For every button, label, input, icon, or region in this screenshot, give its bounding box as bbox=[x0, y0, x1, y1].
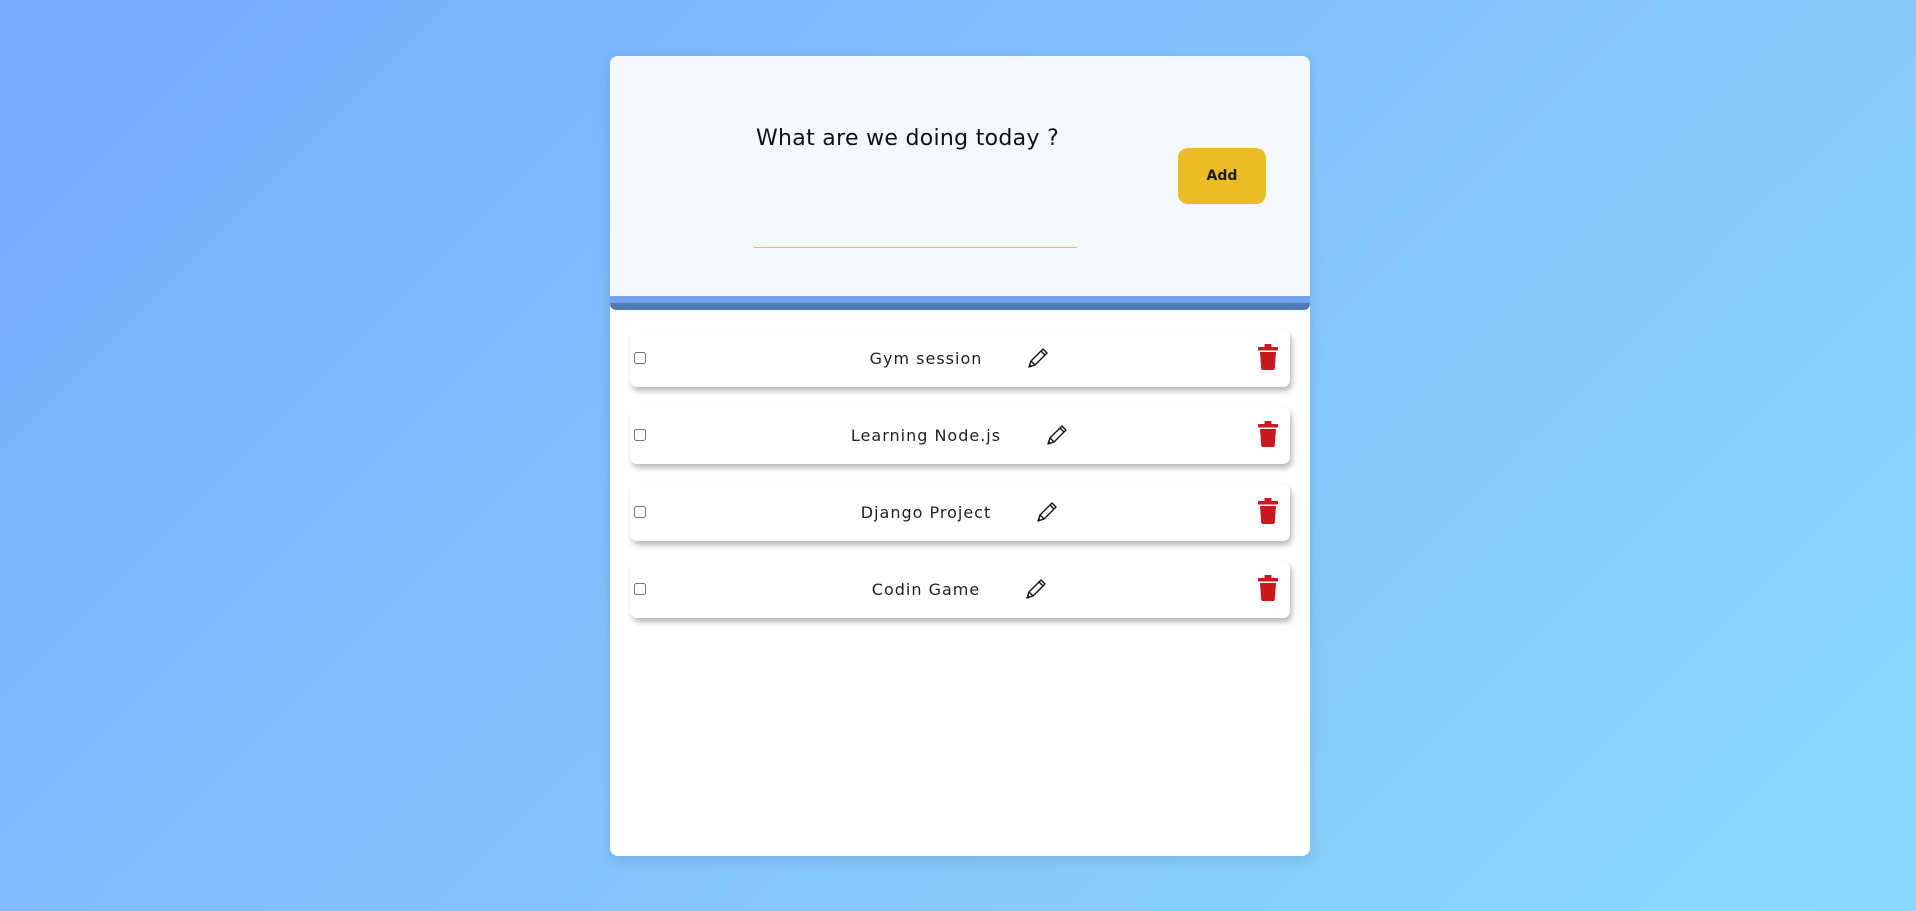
pencil-icon[interactable] bbox=[1022, 577, 1048, 603]
task-list: Gym session Learning Node.js Django Proj… bbox=[630, 330, 1290, 638]
task-content: Codin Game bbox=[630, 561, 1290, 618]
header-divider bbox=[610, 296, 1310, 310]
task-text: Django Project bbox=[860, 503, 992, 522]
task-content: Gym session bbox=[630, 330, 1290, 387]
task-row: Django Project bbox=[630, 484, 1290, 541]
task-checkbox[interactable] bbox=[634, 352, 646, 364]
todo-card: What are we doing today ? Add Gym sessio… bbox=[610, 56, 1310, 856]
task-content: Django Project bbox=[630, 484, 1290, 541]
task-text: Learning Node.js bbox=[850, 426, 1002, 445]
trash-icon[interactable] bbox=[1258, 344, 1278, 370]
task-row: Learning Node.js bbox=[630, 407, 1290, 464]
page-title: What are we doing today ? bbox=[756, 126, 1060, 151]
add-button[interactable]: Add bbox=[1178, 148, 1266, 204]
task-content: Learning Node.js bbox=[630, 407, 1290, 464]
trash-icon[interactable] bbox=[1258, 575, 1278, 601]
divider-dark-band bbox=[610, 303, 1310, 310]
task-text: Gym session bbox=[869, 349, 983, 368]
divider-light-band bbox=[610, 296, 1310, 303]
task-checkbox[interactable] bbox=[634, 583, 646, 595]
pencil-icon[interactable] bbox=[1033, 500, 1059, 526]
pencil-icon[interactable] bbox=[1024, 346, 1050, 372]
trash-icon[interactable] bbox=[1258, 498, 1278, 524]
task-input[interactable] bbox=[754, 218, 1077, 248]
task-checkbox[interactable] bbox=[634, 429, 646, 441]
task-row: Gym session bbox=[630, 330, 1290, 387]
todo-header: What are we doing today ? Add bbox=[610, 56, 1310, 296]
task-checkbox[interactable] bbox=[634, 506, 646, 518]
task-text: Codin Game bbox=[871, 580, 981, 599]
pencil-icon[interactable] bbox=[1043, 423, 1069, 449]
trash-icon[interactable] bbox=[1258, 421, 1278, 447]
task-row: Codin Game bbox=[630, 561, 1290, 618]
